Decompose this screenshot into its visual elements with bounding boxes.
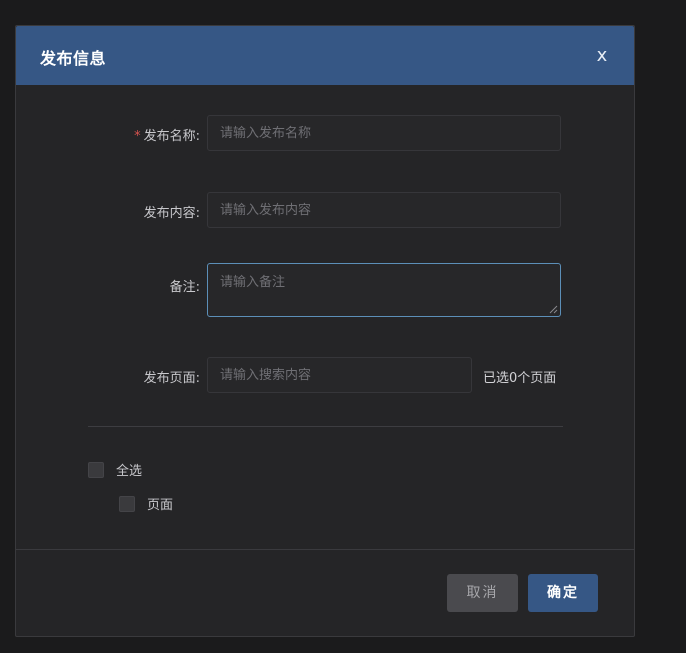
close-icon[interactable]: x	[592, 46, 612, 66]
page-checkbox-item[interactable]: 页面	[119, 494, 173, 513]
publish-content-input[interactable]	[207, 192, 561, 228]
content-label: 发布内容:	[143, 206, 200, 221]
cancel-button[interactable]: 取消	[447, 574, 518, 612]
section-divider	[88, 426, 563, 427]
remark-textarea[interactable]	[207, 263, 561, 317]
required-star-icon: *	[134, 129, 141, 144]
name-label-text: 发布名称:	[143, 129, 200, 144]
dialog-title: 发布信息	[40, 49, 107, 68]
select-all-label: 全选	[116, 464, 143, 479]
name-label: * 发布名称:	[134, 125, 200, 144]
dialog-header: 发布信息 x	[16, 26, 634, 85]
page-checkbox-label: 页面	[147, 498, 174, 513]
selected-count-text: 已选0个页面	[483, 371, 557, 386]
pages-label: 发布页面:	[143, 371, 200, 386]
screen-edge	[686, 0, 691, 653]
footer-divider	[16, 549, 634, 550]
page-search-input[interactable]	[207, 357, 472, 393]
select-all-checkbox[interactable]	[88, 461, 104, 478]
confirm-button[interactable]: 确定	[528, 574, 598, 612]
select-all-checkbox-item[interactable]: 全选	[88, 460, 142, 479]
publish-dialog: 发布信息 x *发布名称: 发布内容: 备注: 发布页面: 已选0个页面 全选 …	[15, 25, 635, 637]
page-checkbox[interactable]	[119, 495, 135, 512]
remark-label: 备注:	[169, 280, 200, 295]
publish-name-input[interactable]	[207, 115, 561, 151]
